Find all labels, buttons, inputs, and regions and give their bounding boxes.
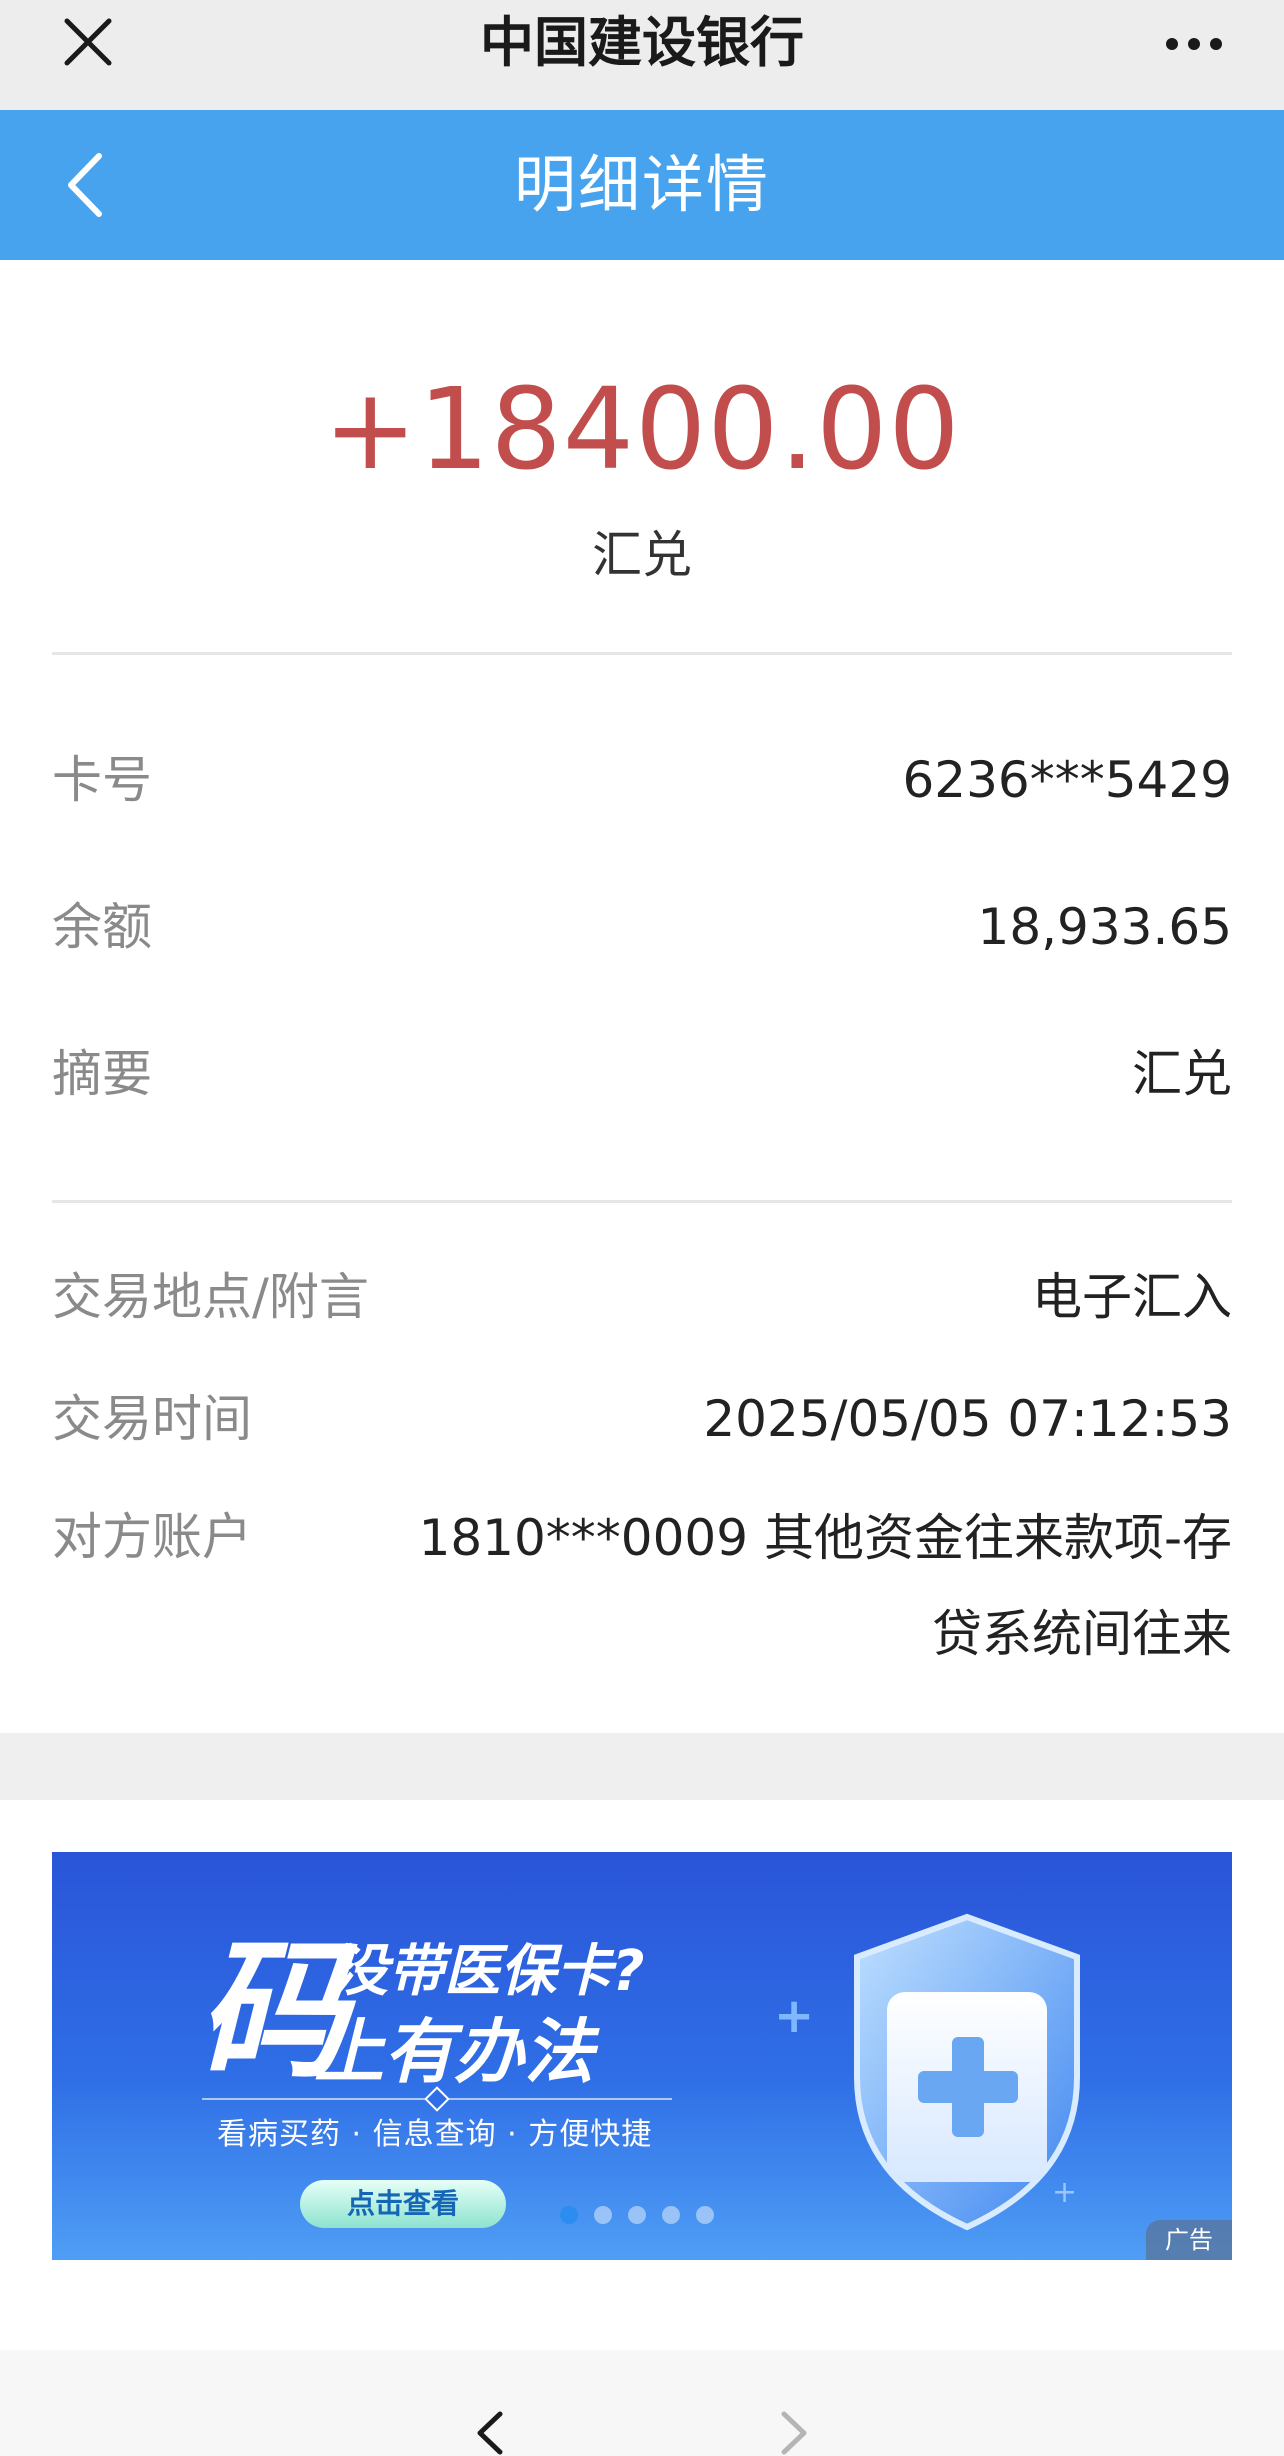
banner-headline-2: 上有办法: [314, 2011, 594, 2093]
detail-value: 2025/05/05 07:12:53: [703, 1390, 1232, 1448]
transaction-type: 汇兑: [592, 526, 692, 584]
detail-label: 余额: [52, 898, 152, 956]
divider: [52, 1200, 1232, 1203]
detail-row-location: 交易地点/附言 电子汇入: [52, 1262, 1232, 1332]
detail-row-time: 交易时间 2025/05/05 07:12:53: [52, 1384, 1232, 1454]
detail-value: 6236***5429: [902, 751, 1233, 809]
chevron-right-icon[interactable]: [764, 2410, 824, 2456]
page-header: 明细详情: [0, 110, 1284, 260]
pagination-dot[interactable]: [628, 2206, 646, 2224]
medical-shield-icon: +: [827, 1907, 1107, 2237]
detail-row-summary: 摘要 汇兑: [52, 1039, 1232, 1109]
bottom-nav: [0, 2350, 1284, 2456]
banner-subline: 看病买药 · 信息查询 · 方便快捷: [217, 2117, 653, 2152]
pagination-dot[interactable]: [594, 2206, 612, 2224]
more-icon[interactable]: [1154, 16, 1234, 72]
plus-icon: +: [774, 1988, 815, 2044]
detail-row-card-number: 卡号 6236***5429: [52, 745, 1232, 815]
pagination-dot[interactable]: [696, 2206, 714, 2224]
page-title: 明细详情: [513, 148, 770, 221]
transaction-amount: +18400.00: [323, 365, 961, 495]
detail-value: 电子汇入: [1032, 1268, 1232, 1326]
detail-value: 18,933.65: [977, 898, 1232, 956]
section-separator: [0, 1733, 1284, 1800]
detail-label: 交易地点/附言: [52, 1268, 369, 1326]
top-bar: 中国建设银行: [0, 0, 1284, 110]
banner-cta-button[interactable]: 点击查看: [300, 2180, 506, 2228]
ad-tag: 广告: [1146, 2220, 1232, 2260]
pagination-dot[interactable]: [662, 2206, 680, 2224]
banner-pagination[interactable]: [560, 2206, 714, 2224]
detail-value: 汇兑: [1132, 1045, 1232, 1103]
detail-label: 摘要: [52, 1045, 152, 1103]
detail-label: 交易时间: [52, 1390, 252, 1448]
banner-headline-1: 没带医保卡?: [332, 1939, 645, 2004]
detail-label: 对方账户: [52, 1508, 252, 1566]
detail-row-balance: 余额 18,933.65: [52, 892, 1232, 962]
svg-text:+: +: [1052, 2175, 1077, 2210]
divider: [52, 652, 1232, 655]
pagination-dot[interactable]: [560, 2206, 578, 2224]
detail-label: 卡号: [52, 751, 152, 809]
app-title: 中国建设银行: [480, 11, 804, 74]
ad-banner[interactable]: 码 没带医保卡? 上有办法 看病买药 · 信息查询 · 方便快捷 点击查看 + …: [52, 1852, 1232, 2260]
detail-row-counterparty: 对方账户 1810***0009 其他资金往来款项-存贷系统间往来: [52, 1502, 1232, 1682]
detail-value: 1810***0009 其他资金往来款项-存贷系统间往来: [418, 1509, 1232, 1663]
chevron-left-icon[interactable]: [460, 2410, 520, 2456]
